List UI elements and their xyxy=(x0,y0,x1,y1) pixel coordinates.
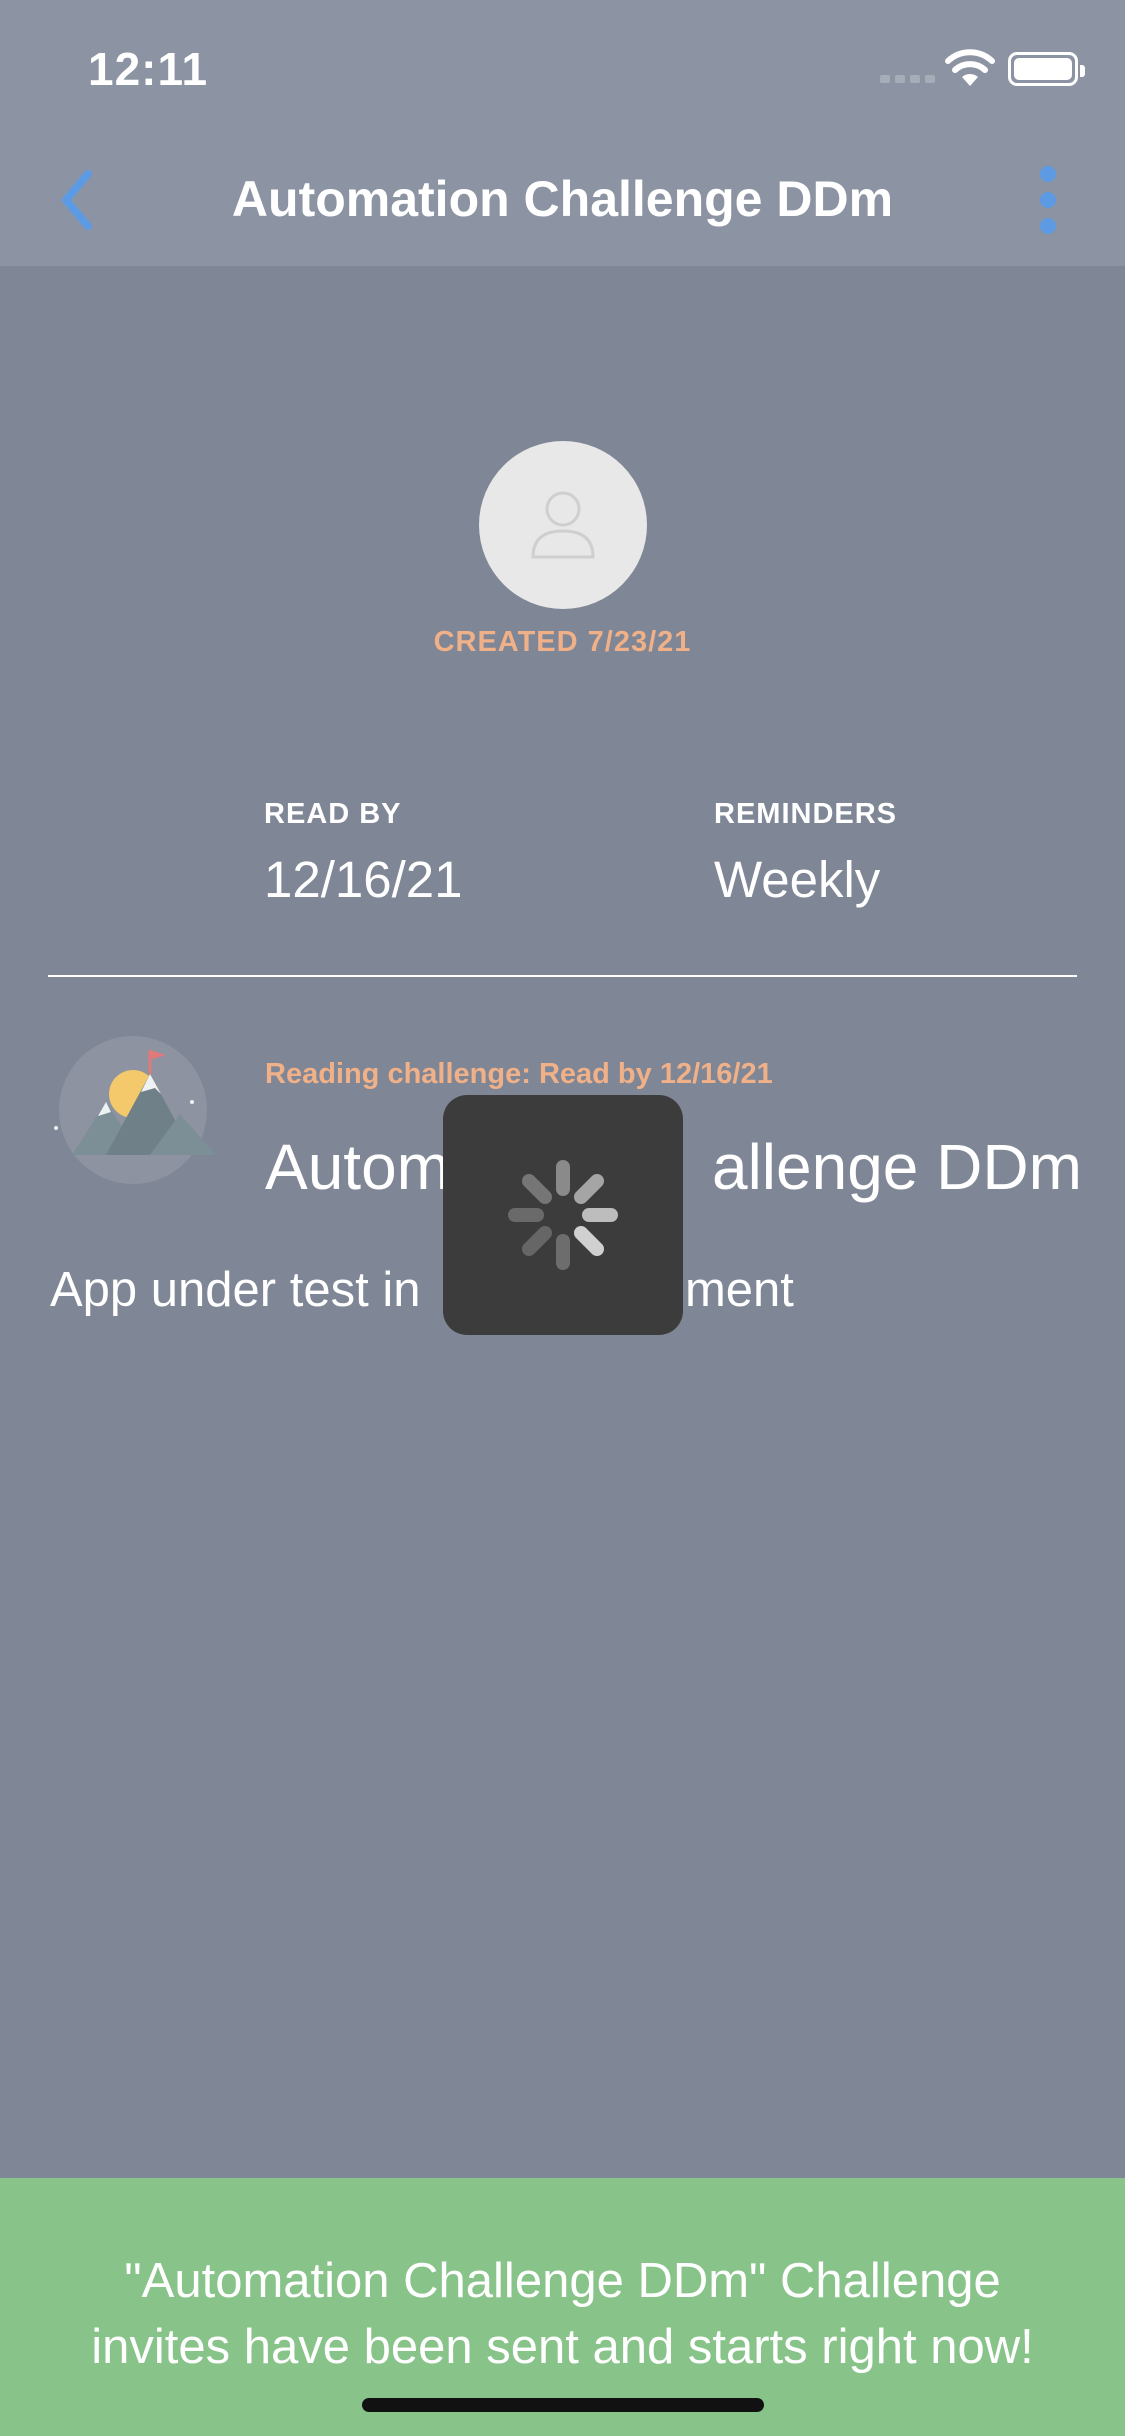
mountain-challenge-icon xyxy=(54,1036,216,1184)
spinner-icon xyxy=(508,1160,618,1270)
toast-message: "Automation Challenge DDm" Challenge inv… xyxy=(40,2248,1085,2380)
battery-icon xyxy=(1008,52,1085,86)
challenge-title-left: Autom xyxy=(265,1131,450,1203)
challenge-subtitle: Reading challenge: Read by 12/16/21 xyxy=(265,1058,773,1090)
status-bar: 12:11 xyxy=(0,0,1125,132)
loading-indicator xyxy=(443,1095,683,1335)
chevron-left-icon xyxy=(62,170,92,230)
challenge-title-right: allenge DDm xyxy=(711,1131,1082,1203)
status-time: 12:11 xyxy=(88,43,209,95)
toast-line-1: "Automation Challenge DDm" Challenge xyxy=(124,2254,1001,2308)
page-title: Automation Challenge DDm xyxy=(231,171,894,227)
back-button[interactable] xyxy=(52,160,112,240)
toast-line-2: invites have been sent and starts right … xyxy=(91,2320,1034,2374)
divider xyxy=(48,975,1077,977)
navigation-bar: Automation Challenge DDm xyxy=(0,132,1125,266)
home-indicator[interactable] xyxy=(362,2398,764,2412)
cellular-signal-icon xyxy=(880,75,936,83)
wifi-icon xyxy=(945,49,995,86)
description-left: App under test in xyxy=(50,1263,421,1317)
person-icon xyxy=(531,491,595,559)
read-by-value: 12/16/21 xyxy=(264,851,463,908)
created-date: CREATED 7/23/21 xyxy=(433,626,692,658)
read-by-label: READ BY xyxy=(264,798,402,830)
avatar xyxy=(479,441,647,609)
reminders-label: REMINDERS xyxy=(714,798,898,830)
reminders-value: Weekly xyxy=(714,851,881,908)
more-options-button[interactable] xyxy=(1026,166,1070,236)
